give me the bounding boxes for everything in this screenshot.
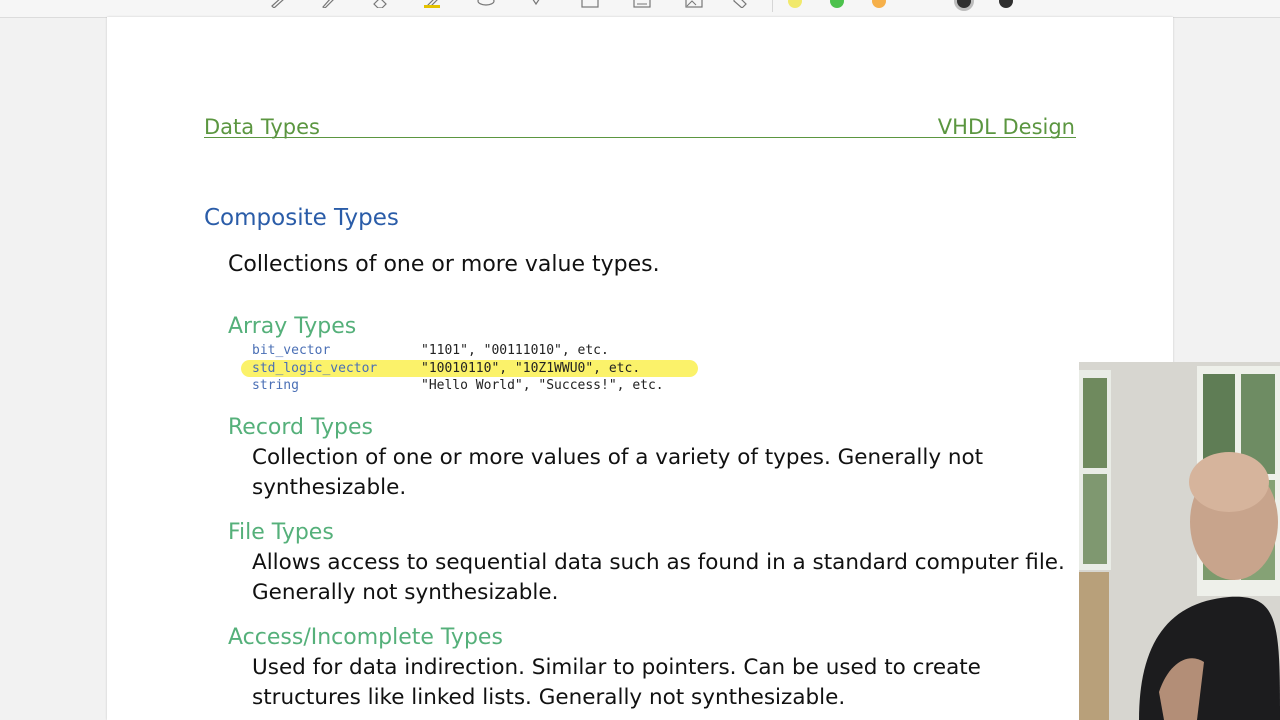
tag-icon[interactable]: [732, 0, 748, 8]
color-swatch-black[interactable]: [999, 0, 1013, 8]
code-row: std_logic_vector "10010110", "10Z1WWU0",…: [252, 360, 640, 377]
array-types-heading: Array Types: [228, 314, 357, 339]
highlighter-icon[interactable]: [424, 0, 440, 8]
toolbar-separator: [772, 0, 773, 12]
file-types-text: Allows access to sequential data such as…: [252, 550, 1065, 605]
image-icon[interactable]: [684, 0, 703, 8]
file-types-heading: File Types: [228, 520, 334, 545]
code-example: "1101", "00111010", etc.: [421, 343, 609, 358]
pen-icon[interactable]: [270, 0, 286, 8]
record-types-text: Collection of one or more values of a va…: [252, 445, 984, 500]
code-type: std_logic_vector: [252, 361, 378, 376]
shape-icon[interactable]: [580, 0, 599, 8]
pencil-icon[interactable]: [320, 0, 336, 8]
annotation-toolbar: [0, 0, 1280, 18]
code-row: string "Hello World", "Success!", etc.: [252, 377, 664, 394]
code-type: bit_vector: [252, 343, 331, 358]
header-rule: [204, 137, 1076, 138]
color-swatch-green[interactable]: [830, 0, 844, 8]
hand-icon[interactable]: [528, 0, 544, 8]
code-type: string: [252, 378, 299, 393]
access-types-text: Used for data indirection. Similar to po…: [252, 655, 981, 710]
record-types-heading: Record Types: [228, 415, 373, 440]
intro-text: Collections of one or more value types.: [228, 252, 660, 277]
code-example: "10010110", "10Z1WWU0", etc.: [421, 361, 641, 376]
text-icon[interactable]: [632, 0, 651, 8]
slide-title: Composite Types: [204, 205, 399, 231]
color-swatch-orange[interactable]: [872, 0, 886, 8]
code-example: "Hello World", "Success!", etc.: [421, 378, 664, 393]
color-swatch-dark-selected[interactable]: [957, 0, 971, 8]
color-swatch-yellow[interactable]: [788, 0, 802, 8]
access-types-heading: Access/Incomplete Types: [228, 625, 503, 650]
webcam-video: [1079, 362, 1280, 720]
eraser-icon[interactable]: [372, 0, 388, 8]
code-row: bit_vector "1101", "00111010", etc.: [252, 342, 609, 359]
lasso-icon[interactable]: [476, 0, 495, 8]
